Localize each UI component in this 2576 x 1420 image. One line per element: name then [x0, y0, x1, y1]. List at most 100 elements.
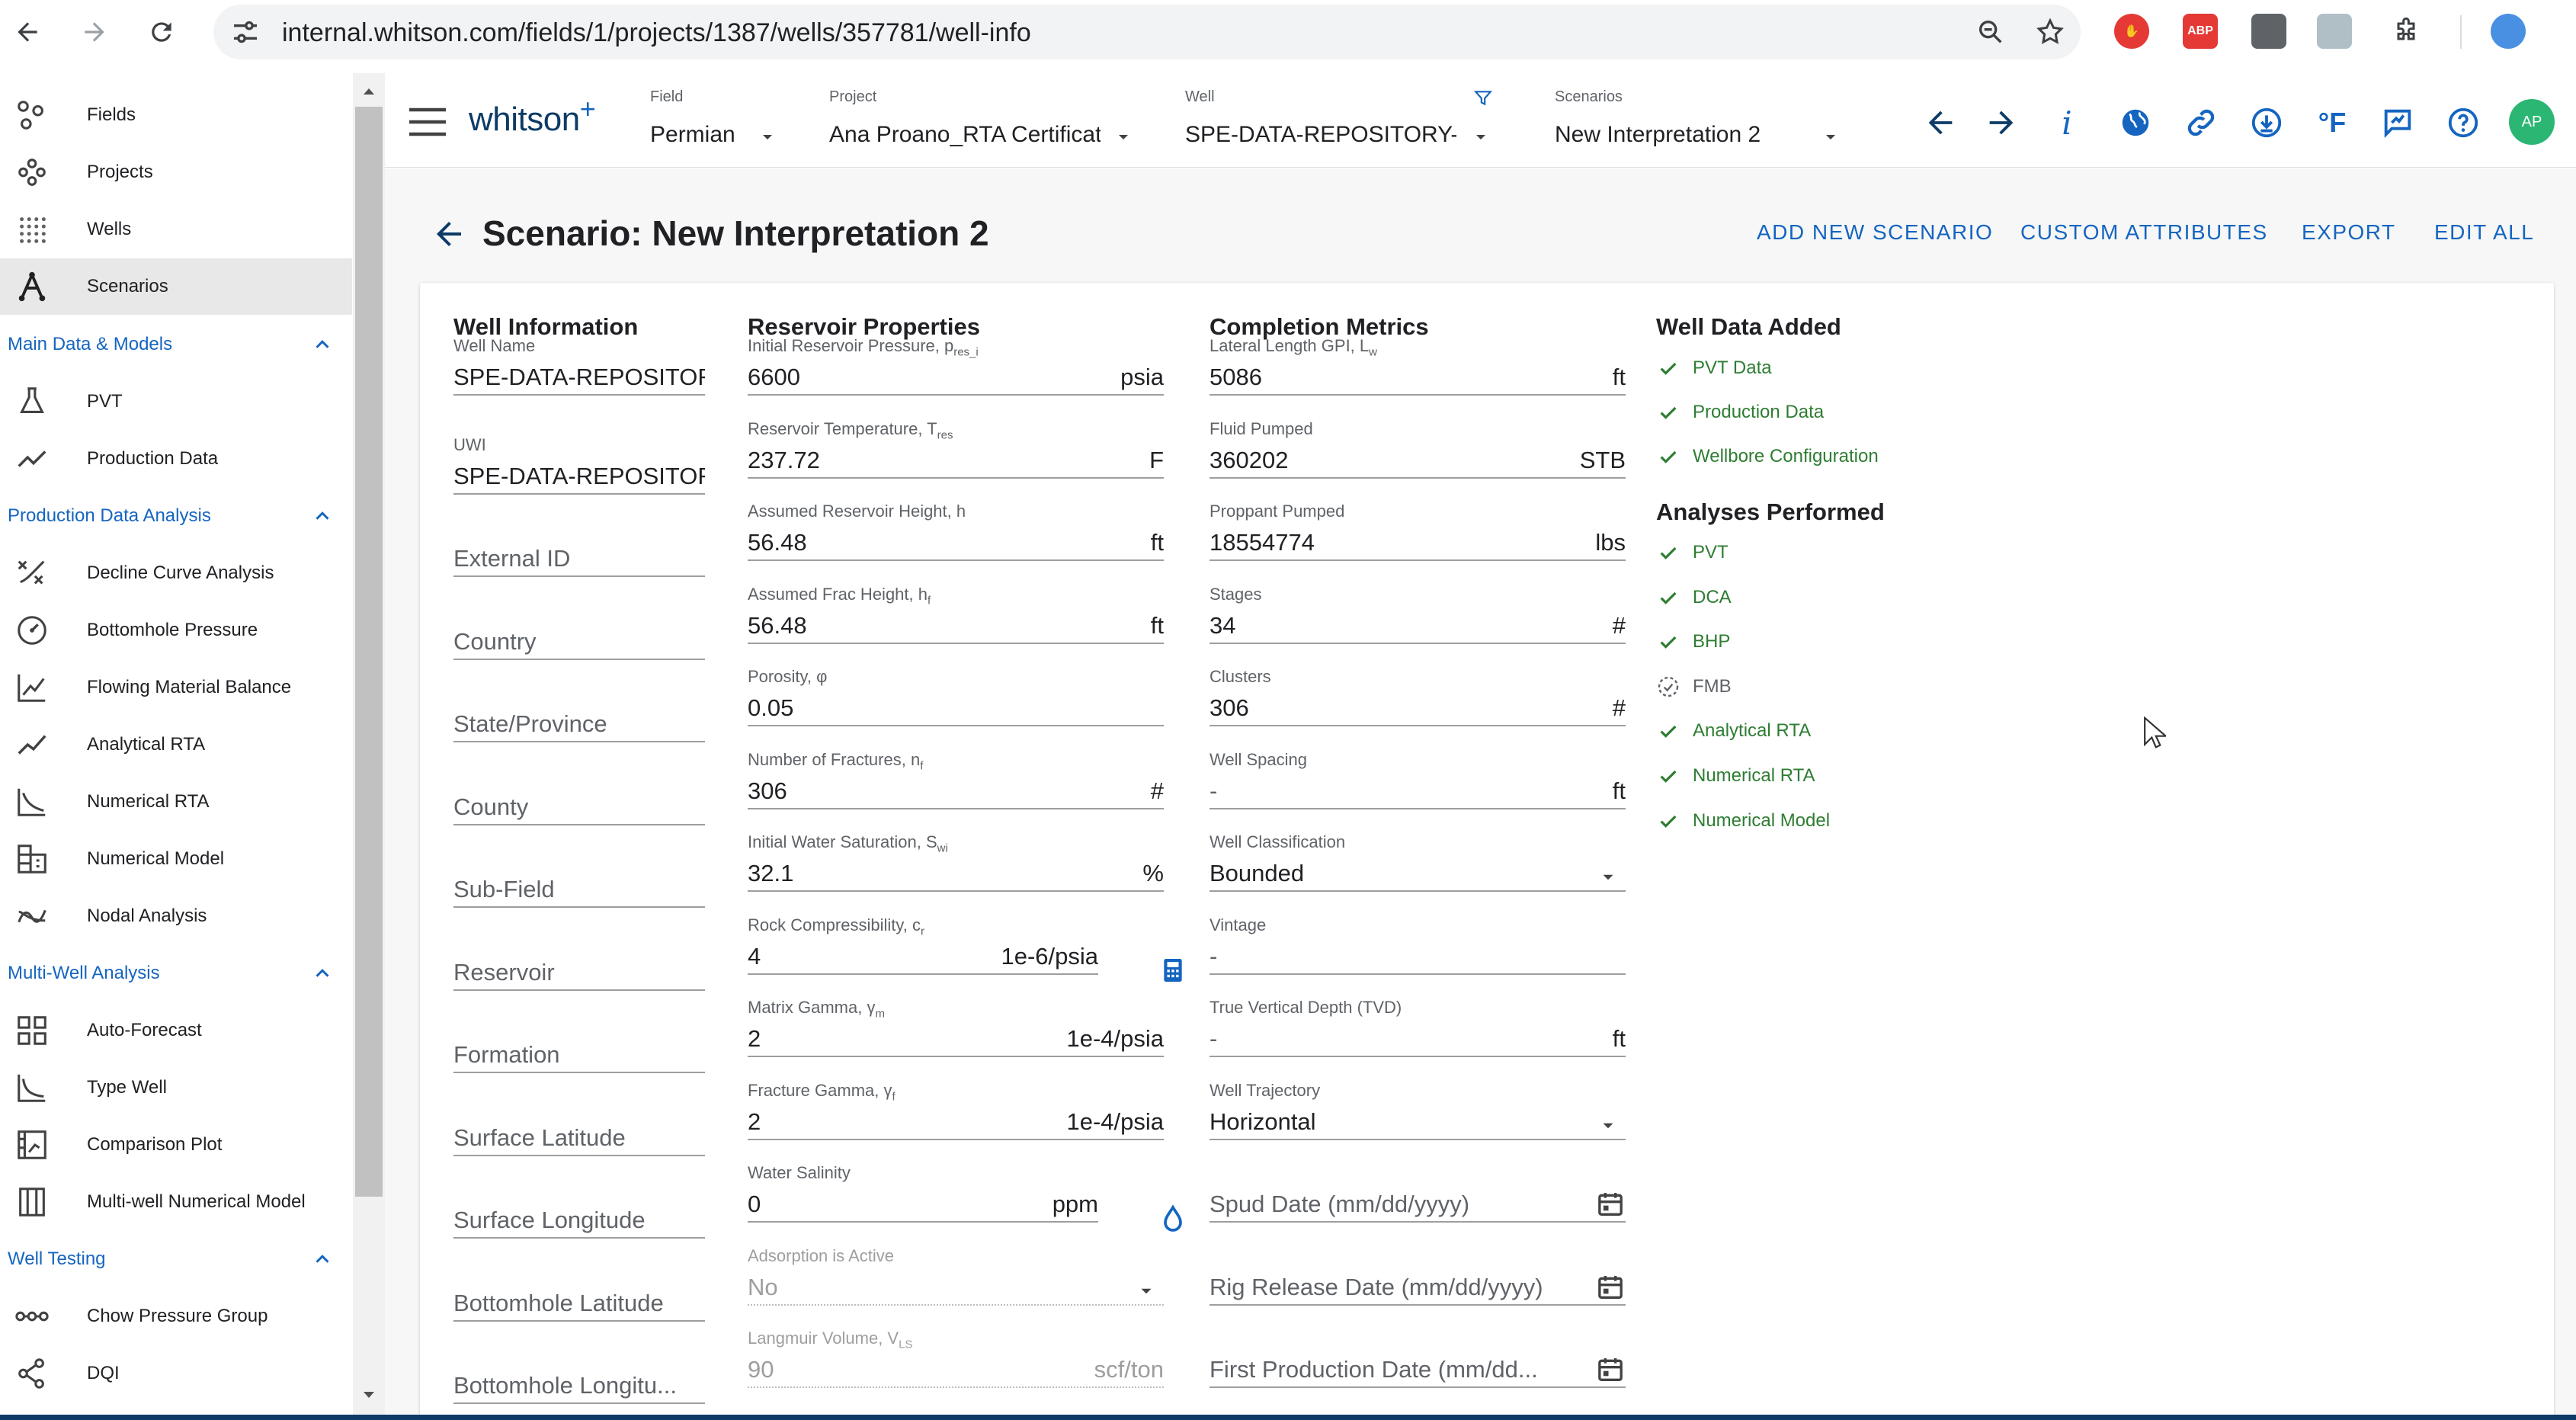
sidebar-item-projects[interactable]: Projects [0, 144, 352, 200]
help-button[interactable] [2443, 102, 2484, 143]
export-button[interactable]: EXPORT [2302, 220, 2396, 245]
sidebar-item-dqi[interactable]: DQI [0, 1345, 352, 1402]
calendar-icon[interactable] [1595, 1189, 1626, 1220]
sidebar-item-flowing-material-balance[interactable]: Flowing Material Balance [0, 659, 352, 716]
link-button[interactable] [2180, 102, 2222, 143]
bottomhole-latitude-field[interactable]: Bottomhole Latitude [453, 1256, 705, 1322]
country-field[interactable]: Country [453, 595, 705, 660]
browser-forward-button[interactable] [73, 11, 116, 53]
sidebar-group-multi-well-analysis[interactable]: Multi-Well Analysis [8, 947, 351, 1000]
external-id-field[interactable]: External ID [453, 511, 705, 577]
assumed-frac-height-h-field[interactable]: Assumed Frac Height, hf 56.48 ft [748, 579, 1164, 644]
sidebar-scroll-thumb[interactable] [355, 107, 383, 1197]
feedback-button[interactable] [2377, 102, 2418, 143]
zoom-icon[interactable] [1975, 17, 2006, 47]
surface-latitude-field[interactable]: Surface Latitude [453, 1091, 705, 1156]
fluid-pumped-field[interactable]: Fluid Pumped 360202 STB [1210, 413, 1626, 479]
shield-extension-icon[interactable] [2317, 14, 2352, 49]
proppant-pumped-field[interactable]: Proppant Pumped 18554774 lbs [1210, 495, 1626, 561]
sidebar-item-multi-well-numerical-model[interactable]: Multi-well Numerical Model [0, 1174, 352, 1230]
rock-compressibility-c-field[interactable]: Rock Compressibility, cr 4 1e-6/psia [748, 909, 1098, 975]
matrix-gamma-field[interactable]: Matrix Gamma, γm 2 1e-4/psia [748, 992, 1164, 1057]
spud-date-mm-dd-yyyy-field[interactable]: Spud Date (mm/dd/yyyy) [1210, 1157, 1626, 1223]
sidebar-item-bottomhole-pressure[interactable]: Bottomhole Pressure [0, 602, 352, 659]
globe-button[interactable] [2115, 102, 2156, 143]
scroll-down-icon[interactable] [360, 1386, 378, 1404]
extension-icon[interactable] [2251, 14, 2286, 49]
sidebar-item-chow-pressure-group[interactable]: Chow Pressure Group [0, 1288, 352, 1345]
sidebar-item-decline-curve-analysis[interactable]: Decline Curve Analysis [0, 545, 352, 601]
browser-reload-button[interactable] [140, 11, 183, 53]
uwi-field[interactable]: UWI SPE-DATA-REPOSITORY- [453, 429, 705, 495]
fracture-gamma-field[interactable]: Fracture Gamma, γf 2 1e-4/psia [748, 1075, 1164, 1140]
scroll-up-icon[interactable] [360, 82, 378, 101]
well-selector[interactable]: Well SPE-DATA-REPOSITORY-DA [1185, 81, 1505, 157]
sidebar-item-comparison-plot[interactable]: Comparison Plot [0, 1117, 352, 1173]
sidebar-item-numerical-model[interactable]: Numerical Model [0, 831, 352, 887]
back-arrow-icon[interactable] [431, 216, 467, 252]
vintage-field[interactable]: Vintage - [1210, 909, 1626, 975]
field-selector[interactable]: Field Permian [650, 81, 819, 157]
sidebar-group-production-data-analysis[interactable]: Production Data Analysis [8, 489, 351, 543]
star-icon[interactable] [2035, 17, 2065, 47]
sub-field-field[interactable]: Sub-Field [453, 842, 705, 908]
reservoir-field[interactable]: Reservoir [453, 925, 705, 991]
well-name-field[interactable]: Well Name SPE-DATA-REPOSITORY- [453, 330, 705, 396]
sidebar-item-nodal-analysis[interactable]: Nodal Analysis [0, 888, 352, 944]
info-button[interactable]: i [2046, 102, 2087, 143]
sidebar-item-production-data[interactable]: Production Data [0, 431, 352, 487]
stop-extension-icon[interactable]: ✋ [2114, 14, 2149, 49]
well-classification-field[interactable]: Well Classification Bounded [1210, 826, 1626, 892]
user-avatar[interactable]: AP [2509, 99, 2555, 145]
rig-release-date-mm-dd-yyyy-field[interactable]: Rig Release Date (mm/dd/yyyy) [1210, 1240, 1626, 1306]
formation-field[interactable]: Formation [453, 1008, 705, 1073]
calendar-icon[interactable] [1595, 1272, 1626, 1303]
clusters-field[interactable]: Clusters 306 # [1210, 661, 1626, 726]
sidebar-item-pvt[interactable]: PVT [0, 373, 352, 430]
lateral-length-gpi-l-field[interactable]: Lateral Length GPI, Lw 5086 ft [1210, 330, 1626, 396]
stages-field[interactable]: Stages 34 # [1210, 579, 1626, 644]
well-spacing-field[interactable]: Well Spacing - ft [1210, 744, 1626, 809]
reservoir-temperature-t-field[interactable]: Reservoir Temperature, Tres 237.72 F [748, 413, 1164, 479]
sidebar-group-well-testing[interactable]: Well Testing [8, 1232, 351, 1286]
sidebar-item-type-well[interactable]: Type Well [0, 1059, 352, 1116]
units-button[interactable]: °F [2312, 102, 2353, 143]
profile-icon[interactable] [2491, 14, 2526, 49]
sidebar-item-numerical-rta[interactable]: Numerical RTA [0, 774, 352, 830]
address-bar[interactable]: internal.whitson.com/fields/1/projects/1… [213, 5, 2081, 59]
water-salinity-field[interactable]: Water Salinity 0 ppm [748, 1157, 1098, 1223]
filter-icon[interactable] [1473, 88, 1493, 108]
state-province-field[interactable]: State/Province [453, 677, 705, 742]
edit-all-button[interactable]: EDIT ALL [2434, 220, 2534, 245]
well-trajectory-field[interactable]: Well Trajectory Horizontal [1210, 1075, 1626, 1140]
surface-longitude-field[interactable]: Surface Longitude [453, 1173, 705, 1239]
porosity-field[interactable]: Porosity, φ 0.05 [748, 661, 1164, 726]
bottomhole-longitu-field[interactable]: Bottomhole Longitu... [453, 1338, 705, 1404]
sidebar-item-auto-forecast[interactable]: Auto-Forecast [0, 1002, 352, 1059]
adblock-extension-icon[interactable]: ABP [2183, 14, 2218, 49]
sidebar-item-wells[interactable]: Wells [0, 201, 352, 258]
water-drop-icon[interactable] [1158, 1204, 1188, 1234]
true-vertical-depth-tvd-field[interactable]: True Vertical Depth (TVD) - ft [1210, 992, 1626, 1057]
assumed-reservoir-height-h-field[interactable]: Assumed Reservoir Height, h 56.48 ft [748, 495, 1164, 561]
whitson-logo[interactable]: whitson+ [469, 93, 596, 139]
sidebar-item-fields[interactable]: Fields [0, 87, 352, 143]
calendar-icon[interactable] [1595, 1354, 1626, 1385]
sidebar-group-main-data[interactable]: Main Data & Models [8, 318, 351, 371]
previous-well-button[interactable] [1920, 102, 1961, 143]
custom-attributes-button[interactable]: CUSTOM ATTRIBUTES [2020, 220, 2268, 245]
next-well-button[interactable] [1981, 102, 2022, 143]
puzzle-extension-icon[interactable] [2389, 14, 2424, 49]
initial-reservoir-pressure-p-field[interactable]: Initial Reservoir Pressure, pres_i 6600 ps… [748, 330, 1164, 396]
project-selector[interactable]: Project Ana Proano_RTA Certificat [829, 81, 1149, 157]
first-production-date-mm-dd-field[interactable]: First Production Date (mm/dd... [1210, 1322, 1626, 1388]
browser-back-button[interactable] [6, 11, 49, 53]
site-settings-icon[interactable] [230, 17, 261, 47]
calculator-icon[interactable] [1158, 955, 1188, 986]
county-field[interactable]: County [453, 760, 705, 825]
sidebar-item-scenarios[interactable]: Scenarios [0, 258, 352, 315]
sidebar-item-analytical-rta[interactable]: Analytical RTA [0, 716, 352, 773]
add-new-scenario-button[interactable]: ADD NEW SCENARIO [1757, 220, 1993, 245]
initial-water-saturation-s-field[interactable]: Initial Water Saturation, Swi 32.1% [748, 826, 1164, 892]
number-of-fractures-n-field[interactable]: Number of Fractures, nf 306 # [748, 744, 1164, 809]
